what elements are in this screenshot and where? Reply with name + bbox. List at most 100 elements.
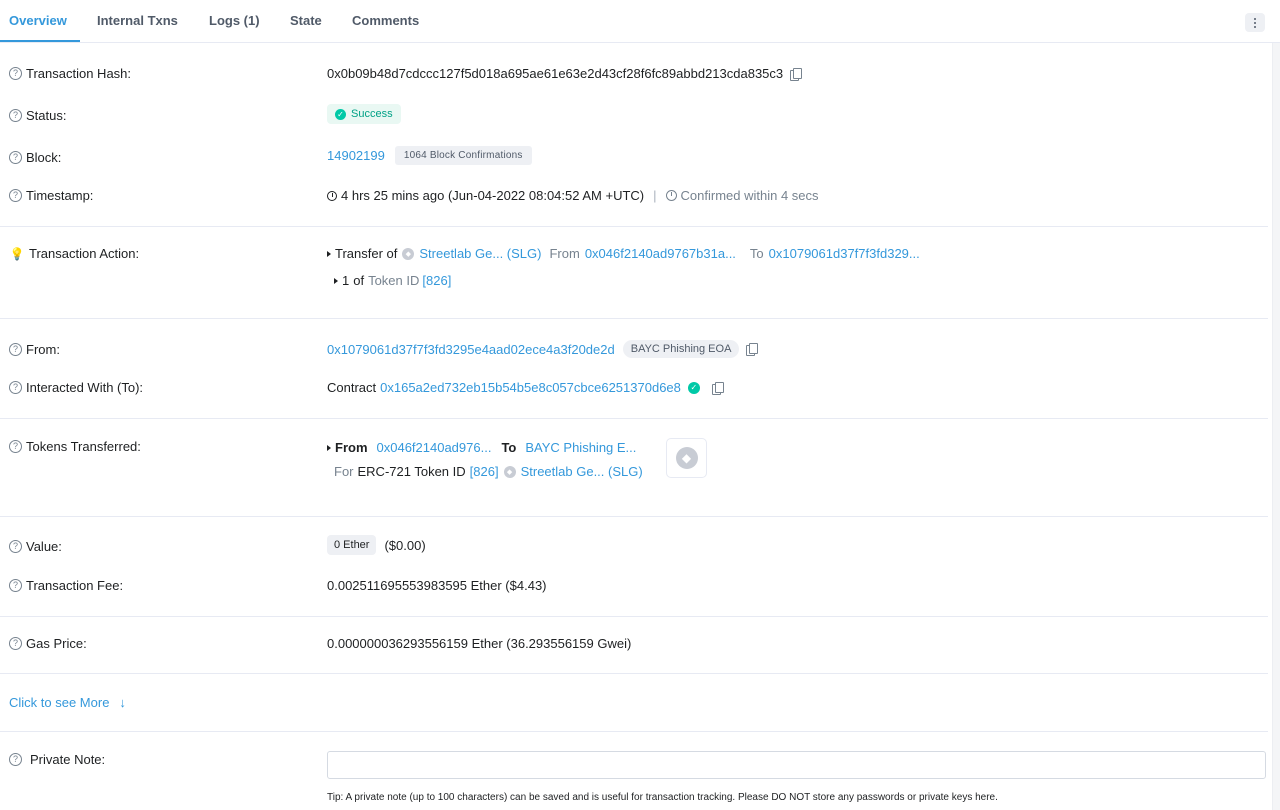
divider (0, 418, 1268, 419)
transaction-hash: 0x0b09b48d7cdccc127f5d018a695ae61e63e2d4… (327, 66, 784, 81)
divider (0, 318, 1268, 319)
token-link[interactable]: Streetlab Ge... (SLG) (419, 246, 541, 261)
row-interacted-with: ? Interacted With (To): Contract 0x165a2… (0, 380, 1280, 398)
question-circle-icon: ? (9, 189, 22, 202)
copy-icon[interactable] (790, 67, 803, 81)
row-status: ? Status: ✓ Success (0, 104, 1280, 126)
timestamp-text: 4 hrs 25 mins ago (Jun-04-2022 08:04:52 … (341, 188, 645, 203)
question-circle-icon: ? (9, 753, 22, 766)
tokens-transferred-line2: For ERC-721 Token ID [826] ◆ Streetlab G… (334, 464, 643, 479)
block-label: ? Block: (9, 150, 61, 165)
block-value: 14902199 1064 Block Confirmations (327, 146, 532, 165)
question-circle-icon: ? (9, 637, 22, 650)
address-tag-badge: BAYC Phishing EOA (622, 340, 740, 358)
value-value: 0 Ether ($0.00) (327, 535, 426, 555)
tokens-to-link[interactable]: BAYC Phishing E... (525, 440, 636, 455)
tab-internal-txns[interactable]: Internal Txns (97, 13, 178, 28)
divider (0, 616, 1268, 617)
divider (0, 516, 1268, 517)
question-circle-icon: ? (9, 67, 22, 80)
separator: | (653, 188, 657, 203)
divider (0, 673, 1268, 674)
question-circle-icon: ? (9, 109, 22, 122)
token-id-link[interactable]: [826] (422, 273, 451, 288)
private-note-tip: Tip: A private note (up to 100 character… (327, 792, 998, 803)
interacted-with-label: ? Interacted With (To): (9, 380, 143, 395)
tokens-from-link[interactable]: 0x046f2140ad976... (377, 440, 492, 455)
gas-price-label: ? Gas Price: (9, 636, 87, 651)
verified-check-icon: ✓ (687, 381, 700, 394)
row-timestamp: ? Timestamp: 4 hrs 25 mins ago (Jun-04-2… (0, 188, 1280, 206)
lightbulb-icon: 💡 (9, 246, 25, 261)
action-to-link[interactable]: 0x1079061d37f7f3fd329... (769, 246, 920, 261)
row-transaction-hash: ? Transaction Hash: 0x0b09b48d7cdccc127f… (0, 66, 1280, 84)
ether-amount-badge: 0 Ether (327, 535, 377, 555)
tab-comments[interactable]: Comments (352, 13, 419, 28)
question-circle-icon: ? (9, 381, 22, 394)
tab-logs[interactable]: Logs (1) (209, 13, 260, 28)
question-circle-icon: ? (9, 440, 22, 453)
question-circle-icon: ? (9, 579, 22, 592)
status-value: ✓ Success (327, 104, 401, 124)
from-value: 0x1079061d37f7f3fd3295e4aad02ece4a3f20de… (327, 340, 759, 358)
tokens-token-id-link[interactable]: [826] (470, 464, 499, 479)
transaction-fee-label: ? Transaction Fee: (9, 578, 123, 593)
tab-bar: Overview Internal Txns Logs (1) State Co… (0, 0, 1280, 43)
timestamp-value: 4 hrs 25 mins ago (Jun-04-2022 08:04:52 … (327, 188, 819, 203)
ethereum-icon: ◆ (675, 447, 698, 469)
action-from-link[interactable]: 0x046f2140ad9767b31a... (585, 246, 736, 261)
interacted-with-value: Contract 0x165a2ed732eb15b54b5e8c057cbce… (327, 380, 724, 395)
transaction-action-label: 💡 Transaction Action: (9, 246, 140, 261)
value-label: ? Value: (9, 539, 62, 554)
from-address-link[interactable]: 0x1079061d37f7f3fd3295e4aad02ece4a3f20de… (327, 342, 615, 357)
timestamp-label: ? Timestamp: (9, 188, 93, 203)
transaction-action-line2: 1 of Token ID [826] (334, 273, 451, 288)
caret-right-icon (334, 277, 338, 284)
private-note-label: ? Private Note: (9, 752, 105, 767)
token-icon: ◆ (402, 247, 415, 260)
row-transaction-action: 💡 Transaction Action: Transfer of ◆ Stre… (0, 246, 1280, 296)
row-tokens-transferred: ? Tokens Transferred: From 0x046f2140ad9… (0, 439, 1280, 483)
copy-icon[interactable] (711, 381, 724, 395)
check-circle-icon: ✓ (335, 108, 346, 120)
tokens-token-link[interactable]: Streetlab Ge... (SLG) (521, 464, 643, 479)
gas-price-value: 0.000000036293556159 Ether (36.293556159… (327, 636, 632, 651)
divider (0, 226, 1268, 227)
row-gas-price: ? Gas Price: 0.000000036293556159 Ether … (0, 636, 1280, 654)
from-label: ? From: (9, 342, 60, 357)
row-value: ? Value: 0 Ether ($0.00) (0, 535, 1280, 559)
block-confirmations-badge: 1064 Block Confirmations (394, 146, 532, 165)
copy-icon[interactable] (746, 343, 759, 356)
see-more-link[interactable]: Click to see More ↓ (9, 695, 126, 710)
tab-state[interactable]: State (290, 13, 322, 28)
question-circle-icon: ? (9, 540, 22, 553)
block-number-link[interactable]: 14902199 (327, 148, 385, 163)
arrow-down-icon: ↓ (119, 695, 126, 710)
caret-right-icon (327, 250, 331, 257)
transaction-hash-label: ? Transaction Hash: (9, 66, 131, 81)
question-circle-icon: ? (9, 343, 22, 356)
timer-icon (665, 190, 677, 201)
row-block: ? Block: 14902199 1064 Block Confirmatio… (0, 146, 1280, 168)
nft-thumbnail[interactable]: ◆ (666, 438, 707, 478)
transaction-action-line1: Transfer of ◆ Streetlab Ge... (SLG) From… (327, 246, 920, 261)
tokens-transferred-label: ? Tokens Transferred: (9, 439, 141, 454)
clock-icon (327, 190, 337, 201)
status-label: ? Status: (9, 108, 66, 123)
confirmed-within-text: Confirmed within 4 secs (680, 188, 819, 203)
transaction-fee-value: 0.002511695553983595 Ether ($4.43) (327, 578, 547, 593)
token-icon: ◆ (503, 465, 516, 478)
tokens-transferred-line1: From 0x046f2140ad976... To BAYC Phishing… (327, 440, 636, 455)
question-circle-icon: ? (9, 151, 22, 164)
active-tab-indicator (0, 40, 80, 42)
caret-right-icon (327, 444, 331, 451)
private-note-input[interactable] (327, 751, 1266, 779)
more-options-icon[interactable] (1245, 13, 1265, 32)
status-badge: ✓ Success (327, 104, 401, 124)
tab-overview[interactable]: Overview (9, 13, 67, 28)
value-usd: ($0.00) (384, 537, 426, 553)
contract-address-link[interactable]: 0x165a2ed732eb15b54b5e8c057cbce6251370d6… (380, 380, 681, 395)
row-from: ? From: 0x1079061d37f7f3fd3295e4aad02ece… (0, 340, 1280, 360)
transaction-hash-value: 0x0b09b48d7cdccc127f5d018a695ae61e63e2d4… (327, 66, 803, 81)
divider (0, 731, 1268, 732)
